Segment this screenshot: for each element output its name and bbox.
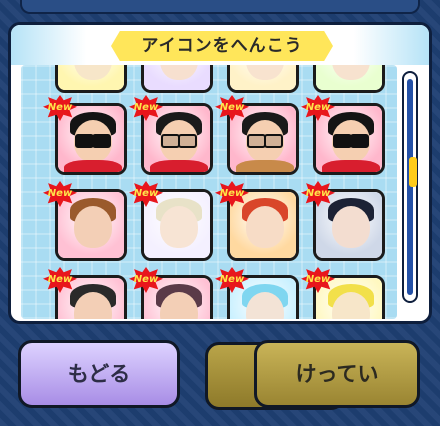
new-badge: New [129, 267, 163, 293]
character-shirt [150, 160, 208, 172]
new-badge-label: New [219, 188, 245, 199]
new-badge-label: New [133, 274, 159, 285]
new-badge: New [43, 181, 77, 207]
new-badge: New [301, 95, 335, 121]
glasses-icon [247, 134, 283, 148]
new-badge: New [301, 181, 335, 207]
new-badge: New [43, 95, 77, 121]
panel-header: アイコンをへんこう [11, 25, 429, 65]
character-shirt [322, 160, 380, 172]
new-badge-label: New [47, 102, 73, 113]
icon-change-panel: アイコンをへんこう New New New New New New New New New New… [8, 22, 432, 324]
character-face [246, 206, 284, 248]
scrollbar[interactable] [402, 71, 418, 303]
icon-tile[interactable] [313, 65, 385, 93]
character-shirt [64, 160, 122, 172]
new-badge-label: New [305, 102, 331, 113]
new-badge: New [129, 95, 163, 121]
icon-grid[interactable]: New New New New New New New New New New New New [21, 65, 397, 319]
glasses-icon [161, 134, 197, 148]
new-badge-label: New [305, 188, 331, 199]
new-badge: New [129, 181, 163, 207]
new-badge: New [215, 95, 249, 121]
top-frame [20, 0, 420, 14]
new-badge-label: New [219, 274, 245, 285]
character-face [160, 206, 198, 248]
new-badge: New [43, 267, 77, 293]
new-badge-label: New [133, 188, 159, 199]
scroll-thumb[interactable] [409, 157, 417, 187]
new-badge-label: New [47, 274, 73, 285]
new-badge: New [215, 267, 249, 293]
glasses-icon [75, 134, 111, 148]
back-button[interactable]: もどる [18, 340, 180, 408]
panel-title: アイコンをへんこう [141, 36, 303, 56]
icon-tile[interactable] [141, 65, 213, 93]
confirm-button[interactable]: けってい [254, 340, 420, 408]
scroll-track [407, 79, 417, 295]
icon-tile[interactable] [227, 65, 299, 93]
new-badge: New [301, 267, 335, 293]
new-badge-label: New [305, 274, 331, 285]
character-face [332, 206, 370, 248]
new-badge-label: New [219, 102, 245, 113]
new-badge-label: New [47, 188, 73, 199]
character-face [74, 206, 112, 248]
icon-tile[interactable] [55, 65, 127, 93]
new-badge-label: New [133, 102, 159, 113]
glasses-icon [333, 134, 369, 148]
new-badge: New [215, 181, 249, 207]
character-shirt [236, 160, 294, 172]
